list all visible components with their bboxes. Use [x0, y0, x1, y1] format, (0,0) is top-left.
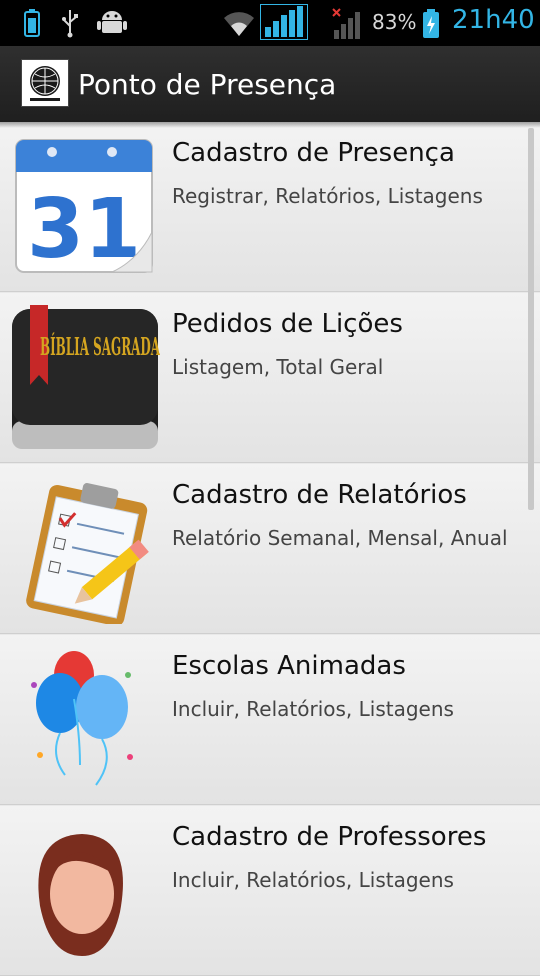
item-subtitle: Incluir, Relatórios, Listagens	[172, 697, 454, 721]
battery-charging-icon	[423, 9, 439, 38]
item-title: Escolas Animadas	[172, 651, 406, 681]
list-item-cadastro-presenca[interactable]: 31 Cadastro de Presença Registrar, Relat…	[0, 122, 540, 292]
list-item-cadastro-professores[interactable]: Cadastro de Professores Incluir, Relatór…	[0, 806, 540, 976]
battery-percent: 83%	[372, 10, 417, 34]
list-item-cadastro-relatorios[interactable]: Cadastro de Relatórios Relatório Semanal…	[0, 464, 540, 634]
android-debug-icon	[97, 11, 127, 33]
clock: 21h40	[452, 5, 535, 35]
item-subtitle: Relatório Semanal, Mensal, Anual	[172, 526, 508, 550]
list-item-escolas-animadas[interactable]: Escolas Animadas Incluir, Relatórios, Li…	[0, 635, 540, 805]
page-title: Ponto de Presença	[78, 68, 337, 101]
list-item-pedidos-licoes[interactable]: BÍBLIA SAGRADA Pedidos de Lições Listage…	[0, 293, 540, 463]
action-bar: Ponto de Presença	[0, 46, 540, 122]
book-title: BÍBLIA SAGRADA	[40, 332, 160, 361]
status-bar: 83% 21h40	[0, 0, 540, 46]
balloons-icon	[31, 651, 133, 786]
usb-icon	[62, 10, 78, 38]
item-title: Cadastro de Presença	[172, 138, 455, 168]
action-bar-shadow	[0, 122, 540, 128]
item-title: Cadastro de Relatórios	[172, 480, 467, 510]
item-subtitle: Registrar, Relatórios, Listagens	[172, 184, 483, 208]
item-title: Cadastro de Professores	[172, 822, 487, 852]
item-subtitle: Incluir, Relatórios, Listagens	[172, 868, 454, 892]
signal-icon	[260, 4, 308, 40]
menu-list: 31 Cadastro de Presença Registrar, Relat…	[0, 122, 540, 976]
bible-icon: BÍBLIA SAGRADA	[12, 305, 160, 449]
calendar-day: 31	[27, 182, 141, 277]
wifi-icon	[224, 12, 254, 36]
calendar-icon: 31	[15, 139, 153, 277]
app-logo-icon[interactable]	[21, 59, 69, 107]
item-title: Pedidos de Lições	[172, 309, 403, 339]
scrollbar-thumb[interactable]	[528, 128, 534, 510]
no-signal-icon	[332, 8, 360, 39]
battery-indicator-icon	[24, 9, 40, 37]
item-subtitle: Listagem, Total Geral	[172, 355, 384, 379]
clipboard-icon	[26, 483, 149, 624]
teacher-icon	[38, 834, 123, 956]
